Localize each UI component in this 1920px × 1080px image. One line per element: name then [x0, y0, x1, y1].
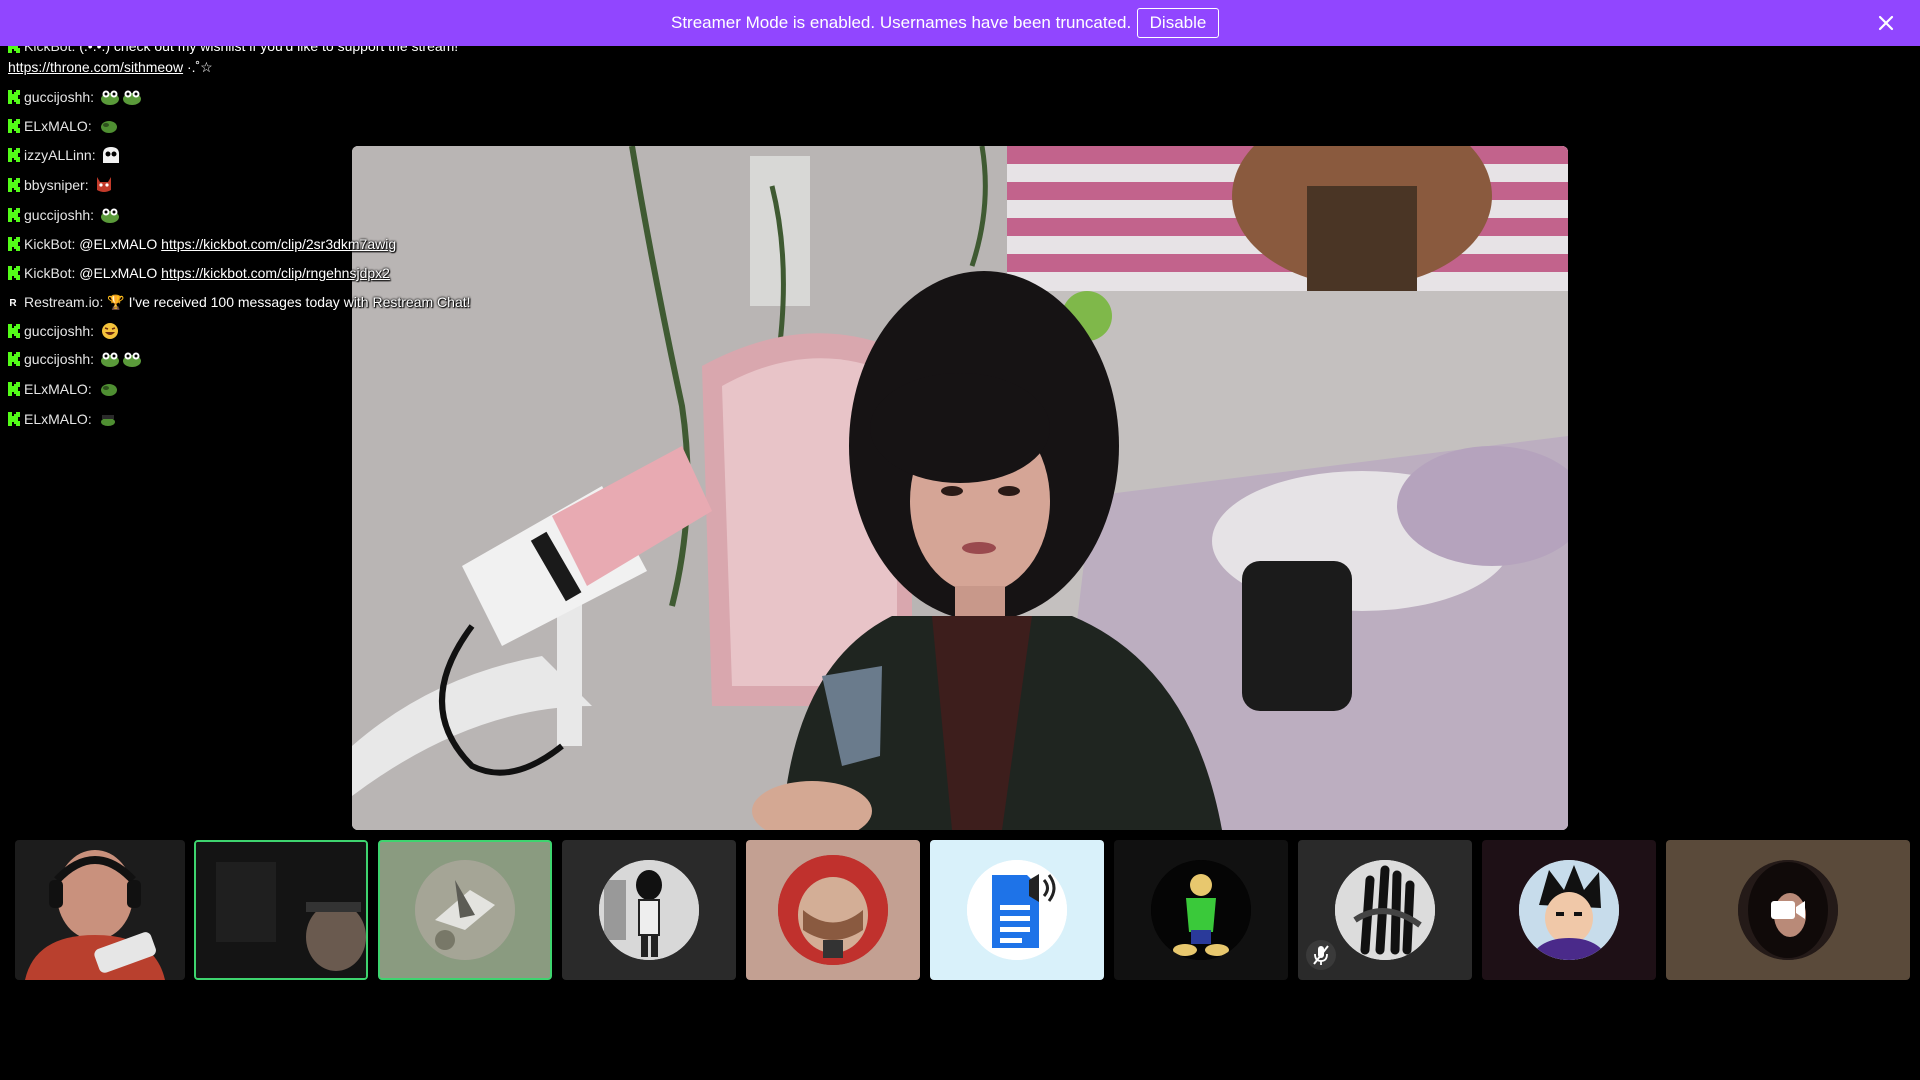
kick-badge-icon [8, 208, 20, 222]
chat-message: ELxMALO: [8, 380, 118, 398]
mic-muted-icon [1306, 940, 1336, 970]
participant-avatar-10[interactable] [1666, 840, 1910, 980]
chat-mention: @ELxMALO [79, 265, 158, 281]
avatar [415, 860, 515, 960]
chat-username[interactable]: guccijoshh [24, 207, 90, 223]
participant-camera-2[interactable] [194, 840, 368, 980]
chat-text: 🏆 I've received 100 messages today with … [107, 294, 471, 310]
avatar [1151, 860, 1251, 960]
kick-badge-icon [8, 382, 20, 396]
participant-avatar-7[interactable] [1114, 840, 1288, 980]
chat-link[interactable]: https://kickbot.com/clip/rngehnsjdpx2 [161, 265, 390, 281]
participant-avatar-6[interactable] [930, 840, 1104, 980]
frog-emote-icon [100, 121, 117, 133]
avatar [967, 860, 1067, 960]
chat-message: guccijoshh: [8, 88, 142, 106]
kick-badge-icon [8, 178, 20, 192]
frog-emote-icon [100, 352, 119, 367]
frog-emote-icon [122, 352, 141, 367]
frog-emote-icon [122, 90, 141, 105]
avatar [1519, 860, 1619, 960]
chat-message: ELxMALO: [8, 410, 118, 428]
chat-link[interactable]: https://kickbot.com/clip/2sr3dkm7awig [161, 236, 396, 252]
chat-message: KickBot: @ELxMALO https://kickbot.com/cl… [8, 264, 390, 282]
avatar [1335, 860, 1435, 960]
streamer-mode-banner: Streamer Mode is enabled. Usernames have… [0, 0, 1920, 46]
chat-username[interactable]: izzyALLinn [24, 147, 92, 163]
frog-emote-icon [100, 415, 115, 426]
disable-streamer-mode-button[interactable]: Disable [1137, 8, 1219, 38]
frog-emote-icon [100, 208, 119, 223]
chat-username[interactable]: ELxMALO [24, 118, 88, 134]
chat-text: ·.˚☆ [186, 59, 213, 75]
chat-username[interactable]: ELxMALO [24, 381, 88, 397]
kick-badge-icon [8, 266, 20, 280]
document-audio-icon [967, 860, 1067, 960]
participant-avatar-4[interactable] [562, 840, 736, 980]
chat-message: KickBot: @ELxMALO https://kickbot.com/cl… [8, 235, 396, 253]
chat-message: ELxMALO: [8, 117, 118, 135]
chat-username[interactable]: KickBot [24, 265, 71, 281]
laugh-emote-icon [101, 323, 118, 339]
participant-avatar-5[interactable] [746, 840, 920, 980]
participant-avatar-8[interactable] [1298, 840, 1472, 980]
participant-avatar-3[interactable] [378, 840, 552, 980]
chat-message: izzyALLinn: [8, 146, 121, 164]
streamer-mode-message: Streamer Mode is enabled. Usernames have… [671, 13, 1132, 32]
kick-badge-icon [8, 324, 20, 338]
kick-badge-icon [8, 352, 20, 366]
chat-message: bbysniper: [8, 176, 114, 194]
chat-username[interactable]: guccijoshh [24, 323, 90, 339]
frog-emote-icon [100, 384, 117, 396]
chat-message: guccijoshh: [8, 206, 120, 224]
kick-badge-icon [8, 119, 20, 133]
chat-username[interactable]: guccijoshh [24, 351, 90, 367]
chat-message-continuation: https://throne.com/sithmeow ·.˚☆ [8, 58, 213, 76]
chat-username[interactable]: guccijoshh [24, 89, 90, 105]
kick-badge-icon [8, 412, 20, 426]
chat-mention: @ELxMALO [79, 236, 158, 252]
chat-message: guccijoshh: [8, 350, 142, 368]
chat-link[interactable]: https://throne.com/sithmeow [8, 59, 183, 75]
kick-badge-icon [8, 148, 20, 162]
kick-badge-icon [8, 90, 20, 104]
chat-username[interactable]: ELxMALO [24, 411, 88, 427]
close-icon[interactable] [1874, 11, 1898, 35]
kick-badge-icon [8, 237, 20, 251]
restream-badge-icon: R [9, 298, 17, 309]
avatar [599, 860, 699, 960]
chat-message: guccijoshh: [8, 322, 120, 340]
main-camera-feed[interactable] [352, 146, 1568, 830]
avatar [778, 855, 888, 965]
chat-message: R Restream.io: 🏆 I've received 100 messag… [8, 293, 471, 313]
demon-emote-icon [97, 177, 112, 192]
ghost-emote-icon [103, 147, 120, 163]
chat-username[interactable]: KickBot [24, 236, 71, 252]
chat-username[interactable]: bbysniper [24, 177, 85, 193]
participant-avatar-9[interactable] [1482, 840, 1656, 980]
chat-username[interactable]: Restream.io [24, 294, 99, 310]
camera-icon [1768, 890, 1808, 930]
participant-camera-1[interactable] [15, 840, 185, 980]
frog-emote-icon [100, 90, 119, 105]
